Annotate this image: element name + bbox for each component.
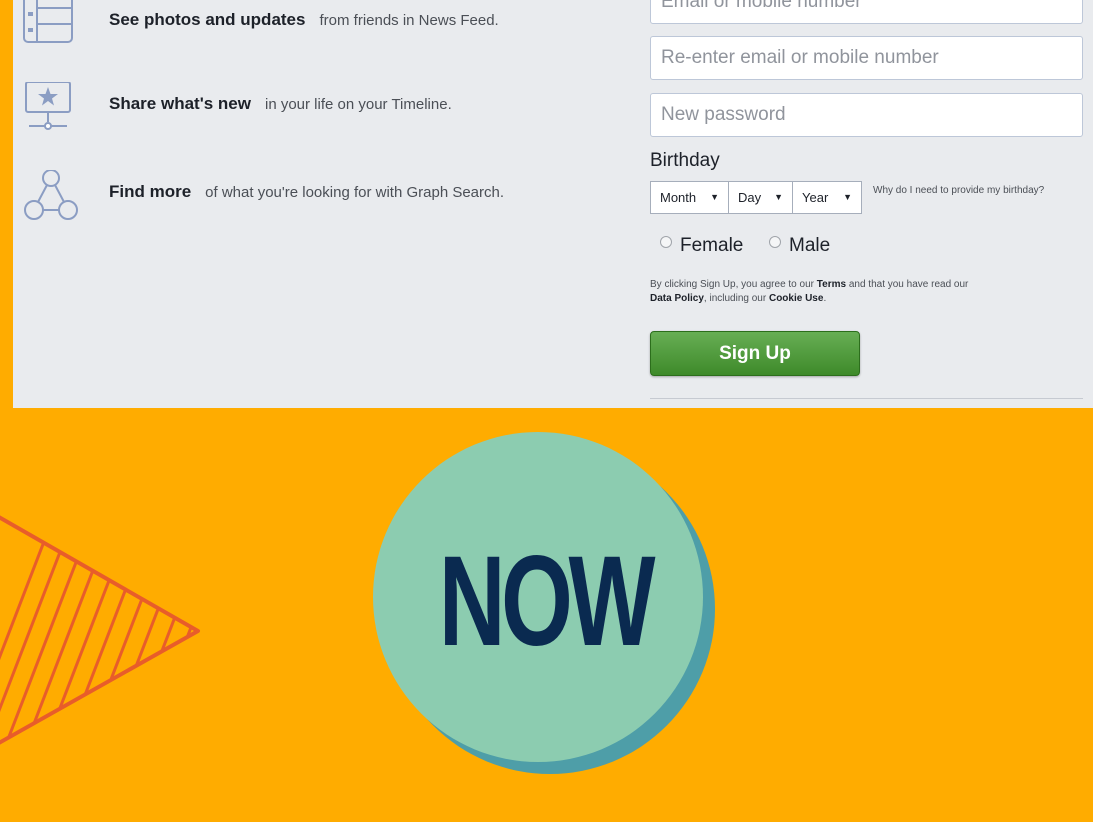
month-select[interactable]: Month ▼ bbox=[650, 181, 729, 214]
terms-text: By clicking Sign Up, you agree to our Te… bbox=[650, 278, 990, 306]
feature-title: See photos and updates bbox=[109, 10, 306, 29]
day-select-value: Day bbox=[738, 190, 762, 205]
now-badge-text: NOW bbox=[438, 530, 656, 673]
feature-title: Find more bbox=[109, 182, 192, 201]
sign-up-button[interactable]: Sign Up bbox=[650, 331, 860, 376]
year-caret-icon: ▼ bbox=[843, 192, 852, 202]
signup-page-panel: See photos and updates from friends in Ne… bbox=[13, 0, 1093, 408]
terms-end: . bbox=[823, 293, 827, 304]
why-birthday-link[interactable]: Why do I need to provide my birthday? bbox=[873, 185, 1053, 197]
feature-text: Find more of what you're looking for with… bbox=[109, 170, 504, 214]
feature-timeline: Share what's new in your life on your Tim… bbox=[21, 81, 601, 132]
striped-triangle-decoration bbox=[0, 512, 200, 748]
new-password-field[interactable] bbox=[650, 93, 1083, 137]
cookie-use-link[interactable]: Cookie Use bbox=[769, 293, 823, 304]
birthday-label: Birthday bbox=[650, 150, 720, 171]
male-radio[interactable] bbox=[769, 236, 781, 248]
female-label: Female bbox=[680, 235, 744, 256]
news-feed-icon bbox=[21, 0, 81, 48]
feature-news-feed: See photos and updates from friends in Ne… bbox=[21, 0, 601, 48]
female-option[interactable]: Female bbox=[660, 233, 743, 259]
feature-graph-search: Find more of what you're looking for with… bbox=[21, 169, 601, 220]
terms-prefix: By clicking Sign Up, you agree to our bbox=[650, 279, 814, 290]
feature-description: in your life on your Timeline. bbox=[264, 96, 452, 113]
email-field[interactable] bbox=[650, 0, 1083, 24]
female-radio[interactable] bbox=[660, 236, 672, 248]
male-option[interactable]: Male bbox=[769, 233, 830, 259]
timeline-icon bbox=[21, 81, 81, 132]
reenter-email-field[interactable] bbox=[650, 36, 1083, 80]
terms-middle2: , including our bbox=[703, 293, 767, 304]
signup-form: Birthday Month ▼ Day ▼ Year ▼ Why do I n… bbox=[650, 0, 1084, 408]
feature-list: See photos and updates from friends in Ne… bbox=[13, 0, 613, 408]
form-divider bbox=[650, 398, 1083, 399]
feature-description: of what you're looking for with Graph Se… bbox=[205, 184, 505, 201]
day-select[interactable]: Day ▼ bbox=[728, 181, 793, 214]
year-select-value: Year bbox=[802, 190, 829, 205]
male-label: Male bbox=[789, 235, 831, 256]
terms-middle: and that you have read our bbox=[848, 279, 969, 290]
month-select-value: Month bbox=[660, 190, 697, 205]
feature-text: See photos and updates from friends in Ne… bbox=[109, 0, 499, 42]
day-caret-icon: ▼ bbox=[774, 192, 783, 202]
graph-search-icon bbox=[21, 169, 81, 220]
terms-link[interactable]: Terms bbox=[817, 279, 846, 290]
data-policy-link[interactable]: Data Policy bbox=[650, 293, 704, 304]
feature-description: from friends in News Feed. bbox=[319, 12, 499, 29]
feature-text: Share what's new in your life on your Tim… bbox=[109, 82, 452, 126]
month-caret-icon: ▼ bbox=[710, 192, 719, 202]
feature-title: Share what's new bbox=[109, 94, 251, 113]
year-select[interactable]: Year ▼ bbox=[792, 181, 862, 214]
